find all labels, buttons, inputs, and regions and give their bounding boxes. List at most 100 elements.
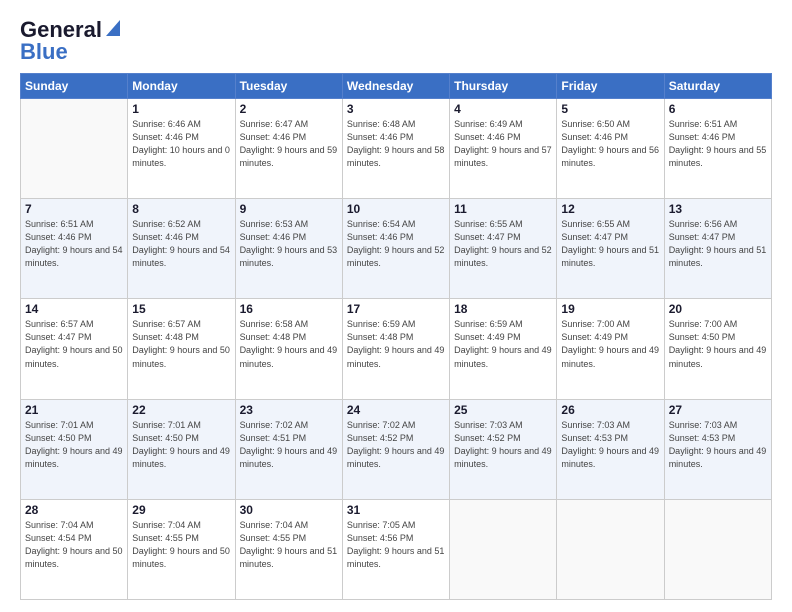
weekday-header-monday: Monday [128,74,235,99]
table-row [450,499,557,599]
table-row: 27Sunrise: 7:03 AMSunset: 4:53 PMDayligh… [664,399,771,499]
sunset-label: Sunset: 4:49 PM [561,332,628,342]
table-row: 12Sunrise: 6:55 AMSunset: 4:47 PMDayligh… [557,199,664,299]
weekday-header-wednesday: Wednesday [342,74,449,99]
day-number: 24 [347,403,445,417]
sunrise-label: Sunrise: 7:02 AM [347,420,416,430]
day-info: Sunrise: 6:47 AMSunset: 4:46 PMDaylight:… [240,118,338,170]
calendar-week-row: 7Sunrise: 6:51 AMSunset: 4:46 PMDaylight… [21,199,772,299]
day-number: 27 [669,403,767,417]
sunrise-label: Sunrise: 7:04 AM [132,520,201,530]
day-number: 4 [454,102,552,116]
table-row: 11Sunrise: 6:55 AMSunset: 4:47 PMDayligh… [450,199,557,299]
table-row: 26Sunrise: 7:03 AMSunset: 4:53 PMDayligh… [557,399,664,499]
sunset-label: Sunset: 4:47 PM [454,232,521,242]
sunrise-label: Sunrise: 7:03 AM [561,420,630,430]
daylight-label: Daylight: 9 hours and 51 minutes. [240,546,338,569]
day-info: Sunrise: 6:59 AMSunset: 4:49 PMDaylight:… [454,318,552,370]
weekday-header-sunday: Sunday [21,74,128,99]
day-info: Sunrise: 6:55 AMSunset: 4:47 PMDaylight:… [561,218,659,270]
sunrise-label: Sunrise: 6:55 AM [561,219,630,229]
daylight-label: Daylight: 9 hours and 49 minutes. [132,446,230,469]
sunset-label: Sunset: 4:50 PM [132,433,199,443]
daylight-label: Daylight: 9 hours and 52 minutes. [347,245,445,268]
sunset-label: Sunset: 4:48 PM [240,332,307,342]
day-number: 9 [240,202,338,216]
daylight-label: Daylight: 9 hours and 55 minutes. [669,145,767,168]
sunset-label: Sunset: 4:56 PM [347,533,414,543]
table-row: 21Sunrise: 7:01 AMSunset: 4:50 PMDayligh… [21,399,128,499]
day-info: Sunrise: 7:00 AMSunset: 4:50 PMDaylight:… [669,318,767,370]
table-row: 24Sunrise: 7:02 AMSunset: 4:52 PMDayligh… [342,399,449,499]
daylight-label: Daylight: 9 hours and 50 minutes. [132,345,230,368]
sunrise-label: Sunrise: 6:56 AM [669,219,738,229]
table-row: 30 Sunrise: 7:04 AMSunset: 4:55 PMDayligh… [235,499,342,599]
sunset-label: Sunset: 4:47 PM [25,332,92,342]
day-info: Sunrise: 7:04 AMSunset: 4:55 PMDaylight:… [240,519,338,571]
day-info: Sunrise: 6:55 AMSunset: 4:47 PMDaylight:… [454,218,552,270]
daylight-label: Daylight: 9 hours and 51 minutes. [561,245,659,268]
daylight-label: Daylight: 9 hours and 49 minutes. [454,446,552,469]
day-info: Sunrise: 6:59 AMSunset: 4:48 PMDaylight:… [347,318,445,370]
sunset-label: Sunset: 4:46 PM [347,232,414,242]
sunrise-label: Sunrise: 7:00 AM [669,319,738,329]
day-number: 31 [347,503,445,517]
sunrise-label: Sunrise: 6:46 AM [132,119,201,129]
sunset-label: Sunset: 4:48 PM [132,332,199,342]
sunset-label: Sunset: 4:47 PM [669,232,736,242]
daylight-label: Daylight: 9 hours and 57 minutes. [454,145,552,168]
sunrise-label: Sunrise: 7:01 AM [25,420,94,430]
day-number: 17 [347,302,445,316]
daylight-label: Daylight: 9 hours and 49 minutes. [240,446,338,469]
logo: General Blue [20,18,120,63]
sunset-label: Sunset: 4:46 PM [132,232,199,242]
table-row [21,99,128,199]
day-info: Sunrise: 6:57 AM Sunset: 4:48 PM Daylight:… [132,318,230,370]
sunrise-label: Sunrise: 7:04 AM [25,520,94,530]
sunrise-label: Sunrise: 6:51 AM [669,119,738,129]
daylight-label: Daylight: 9 hours and 50 minutes. [25,546,123,569]
sunset-label: Sunset: 4:50 PM [25,433,92,443]
sunset-label: Sunset: 4:51 PM [240,433,307,443]
table-row: 20Sunrise: 7:00 AMSunset: 4:50 PMDayligh… [664,299,771,399]
sunset-label: Sunset: 4:46 PM [669,132,736,142]
day-info: Sunrise: 6:51 AM Sunset: 4:46 PM Daylight:… [669,118,767,170]
daylight-label: Daylight: 9 hours and 50 minutes. [25,345,123,368]
day-number: 26 [561,403,659,417]
day-number: 5 [561,102,659,116]
sunset-label: Sunset: 4:52 PM [454,433,521,443]
daylight-label: Daylight: 9 hours and 49 minutes. [561,345,659,368]
day-number: 30 [240,503,338,517]
table-row: 13Sunrise: 6:56 AMSunset: 4:47 PMDayligh… [664,199,771,299]
sunrise-label: Sunrise: 6:52 AM [132,219,201,229]
day-info: Sunrise: 7:04 AMSunset: 4:55 PMDaylight:… [132,519,230,571]
day-info: Sunrise: 6:53 AMSunset: 4:46 PMDaylight:… [240,218,338,270]
daylight-label: Daylight: 9 hours and 50 minutes. [132,546,230,569]
calendar-week-row: 1Sunrise: 6:46 AMSunset: 4:46 PMDaylight… [21,99,772,199]
sunrise-label: Sunrise: 6:59 AM [347,319,416,329]
table-row: 7Sunrise: 6:51 AMSunset: 4:46 PMDaylight… [21,199,128,299]
day-number: 23 [240,403,338,417]
sunrise-label: Sunrise: 6:57 AM [132,319,201,329]
day-number: 29 [132,503,230,517]
table-row: 2 Sunrise: 6:47 AMSunset: 4:46 PMDaylight… [235,99,342,199]
day-number: 28 [25,503,123,517]
table-row: 16Sunrise: 6:58 AMSunset: 4:48 PMDayligh… [235,299,342,399]
table-row: 18Sunrise: 6:59 AMSunset: 4:49 PMDayligh… [450,299,557,399]
sunrise-label: Sunrise: 7:03 AM [669,420,738,430]
table-row: 14Sunrise: 6:57 AMSunset: 4:47 PMDayligh… [21,299,128,399]
weekday-header-friday: Friday [557,74,664,99]
day-number: 8 [132,202,230,216]
sunset-label: Sunset: 4:46 PM [347,132,414,142]
day-number: 2 [240,102,338,116]
day-info: Sunrise: 7:03 AMSunset: 4:52 PMDaylight:… [454,419,552,471]
weekday-header-row: SundayMondayTuesdayWednesdayThursdayFrid… [21,74,772,99]
daylight-label: Daylight: 9 hours and 53 minutes. [240,245,338,268]
calendar-week-row: 28Sunrise: 7:04 AMSunset: 4:54 PMDayligh… [21,499,772,599]
day-info: Sunrise: 6:57 AMSunset: 4:47 PMDaylight:… [25,318,123,370]
sunrise-label: Sunrise: 7:05 AM [347,520,416,530]
sunrise-label: Sunrise: 7:04 AM [240,520,309,530]
table-row: 1Sunrise: 6:46 AMSunset: 4:46 PMDaylight… [128,99,235,199]
daylight-label: Daylight: 9 hours and 49 minutes. [454,345,552,368]
day-info: Sunrise: 7:01 AMSunset: 4:50 PMDaylight:… [25,419,123,471]
